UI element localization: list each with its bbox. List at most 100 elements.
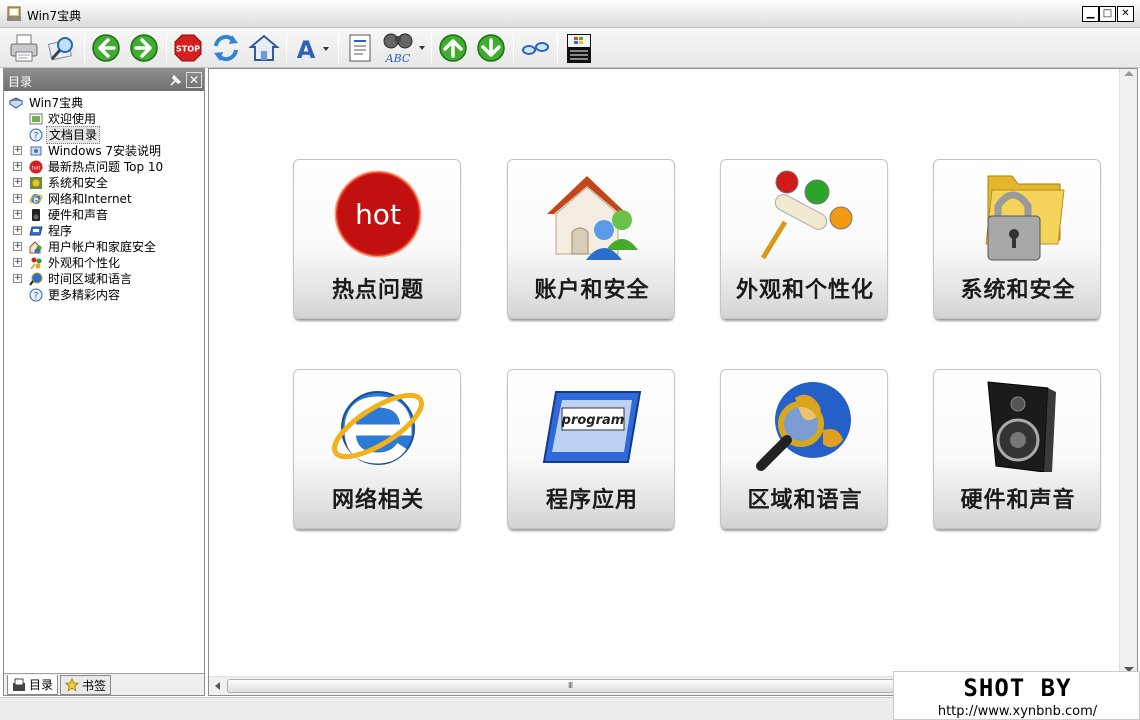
expand-icon[interactable]: + [13, 178, 22, 187]
users-icon [29, 241, 42, 254]
forward-button[interactable] [127, 31, 161, 65]
glasses-icon [522, 42, 549, 55]
tree-item-hardware-sound[interactable]: + 硬件和声音 [4, 207, 204, 223]
toolbar-separator [286, 33, 287, 63]
expand-icon[interactable]: + [13, 274, 22, 283]
user-house-icon [547, 176, 638, 260]
help-page-icon: ? [29, 128, 43, 142]
arrow-left-icon [92, 34, 120, 62]
tree-item-welcome[interactable]: 欢迎使用 [4, 111, 204, 127]
tile-label: 硬件和声音 [960, 488, 1076, 513]
tree-item-system-security[interactable]: + 系统和安全 [4, 175, 204, 191]
panel-tabs: 目录 书签 [4, 673, 204, 695]
tree-item-root[interactable]: Win7宝典 [4, 95, 204, 111]
close-button[interactable]: ✕ [1117, 6, 1134, 22]
tile-label: 热点问题 [331, 278, 424, 303]
tree-item-label: 文档目录 [46, 126, 101, 144]
expand-icon[interactable]: + [13, 194, 22, 203]
tree-item-label: 欢迎使用 [48, 112, 97, 126]
watermark-title: SHOT BY [963, 674, 1072, 702]
tree-item-label: 硬件和声音 [48, 208, 109, 222]
find-button[interactable]: ABC [381, 31, 427, 65]
speaker-icon [987, 381, 1056, 472]
options-button[interactable] [45, 31, 79, 65]
tree-item-label: Windows 7安装说明 [48, 144, 162, 158]
tree-item-hot[interactable]: + hot 最新热点问题 Top 10 [4, 159, 204, 175]
close-icon: ✕ [1121, 8, 1130, 19]
book-icon [9, 97, 23, 109]
glasses-button[interactable] [518, 31, 552, 65]
ie-icon: e [29, 194, 43, 204]
tile-programs[interactable]: program 程序应用 [507, 369, 675, 529]
maximize-button[interactable]: □ [1099, 6, 1116, 22]
next-topic-button[interactable] [474, 31, 508, 65]
content-pane: hot 热点问题 账户和安全 外观和个性化 系统和安全 网络相关 program… [208, 68, 1139, 696]
help-page-icon: ? [29, 288, 43, 302]
home-icon [248, 34, 280, 61]
font-button[interactable]: A [292, 31, 332, 65]
pin-icon[interactable] [168, 73, 183, 88]
tree-item-network[interactable]: + e 网络和Internet [4, 191, 204, 207]
svg-text:hot: hot [355, 198, 401, 231]
tree-item-install[interactable]: + Windows 7安装说明 [4, 143, 204, 159]
tree-item-user-accounts[interactable]: + 用户帐户和家庭安全 [4, 239, 204, 255]
tile-hardware-sound[interactable]: 硬件和声音 [933, 369, 1101, 529]
tab-bookmarks[interactable]: 书签 [60, 675, 112, 695]
tree-item-appearance[interactable]: + 外观和个性化 [4, 255, 204, 271]
contents-icon [13, 678, 25, 691]
scroll-left-icon[interactable] [215, 682, 220, 690]
security-icon [30, 177, 42, 189]
tree-item-region-language[interactable]: + 时间区域和语言 [4, 271, 204, 287]
tree-item-more[interactable]: ? 更多精彩内容 [4, 287, 204, 303]
windows-experience-button[interactable] [562, 31, 596, 65]
tile-system-security[interactable]: 系统和安全 [933, 159, 1101, 319]
vertical-scrollbar[interactable] [1119, 69, 1137, 676]
tile-hot-issues[interactable]: hot 热点问题 [293, 159, 461, 319]
tile-appearance[interactable]: 外观和个性化 [720, 159, 888, 319]
home-button[interactable] [247, 31, 281, 65]
contents-tree: Win7宝典 欢迎使用 ? 文档目录 + Windows 7安装说明 + hot… [4, 95, 204, 303]
refresh-button[interactable] [209, 31, 243, 65]
contents-button[interactable] [343, 31, 377, 65]
tile-accounts-security[interactable]: 账户和安全 [507, 159, 675, 319]
paint-roller-icon [760, 170, 853, 260]
folder-lock-icon [985, 175, 1065, 261]
expand-icon[interactable]: + [13, 210, 22, 219]
tab-label: 目录 [29, 678, 54, 692]
watermark-url: http://www.xynbnb.com/ [937, 704, 1098, 719]
tree-item-label: 网络和Internet [48, 192, 132, 206]
ie-icon [332, 391, 424, 465]
stop-button[interactable]: STOP [171, 31, 205, 65]
scroll-up-icon[interactable] [1124, 71, 1134, 76]
grip-icon: III [568, 681, 573, 690]
tree-item-label: 用户帐户和家庭安全 [48, 240, 157, 254]
maximize-icon: □ [1102, 8, 1113, 19]
toolbar-separator [338, 33, 339, 63]
expand-icon[interactable]: + [13, 258, 22, 267]
expand-icon[interactable]: + [13, 226, 22, 235]
scroll-thumb[interactable]: III [227, 679, 917, 693]
arrow-up-icon [439, 34, 467, 62]
window-title: Win7宝典 [27, 9, 82, 23]
close-panel-button[interactable]: ✕ [186, 72, 202, 88]
previous-topic-button[interactable] [436, 31, 470, 65]
print-button[interactable] [7, 31, 41, 65]
expand-icon[interactable]: + [13, 146, 22, 155]
tree-item-contents[interactable]: ? 文档目录 [4, 126, 204, 144]
tile-network[interactable]: 网络相关 [293, 369, 461, 529]
expand-icon[interactable]: + [13, 162, 22, 171]
svg-text:?: ? [34, 132, 39, 142]
refresh-icon [214, 34, 238, 62]
magnifier-icon [47, 37, 73, 61]
tree-item-label: 最新热点问题 Top 10 [48, 160, 164, 174]
minimize-button[interactable]: ▁ [1082, 6, 1099, 22]
binoculars-icon: ABC [383, 33, 425, 65]
minimize-icon: ▁ [1086, 8, 1095, 19]
expand-icon[interactable]: + [13, 242, 22, 251]
watermark: SHOT BY http://www.xynbnb.com/ [893, 671, 1140, 720]
tile-region-language[interactable]: 区域和语言 [720, 369, 888, 529]
tab-contents[interactable]: 目录 [7, 675, 59, 695]
title-bar: Win7宝典 ▁ □ ✕ [0, 0, 1140, 28]
tree-item-programs[interactable]: + 程序 [4, 223, 204, 239]
back-button[interactable] [89, 31, 123, 65]
